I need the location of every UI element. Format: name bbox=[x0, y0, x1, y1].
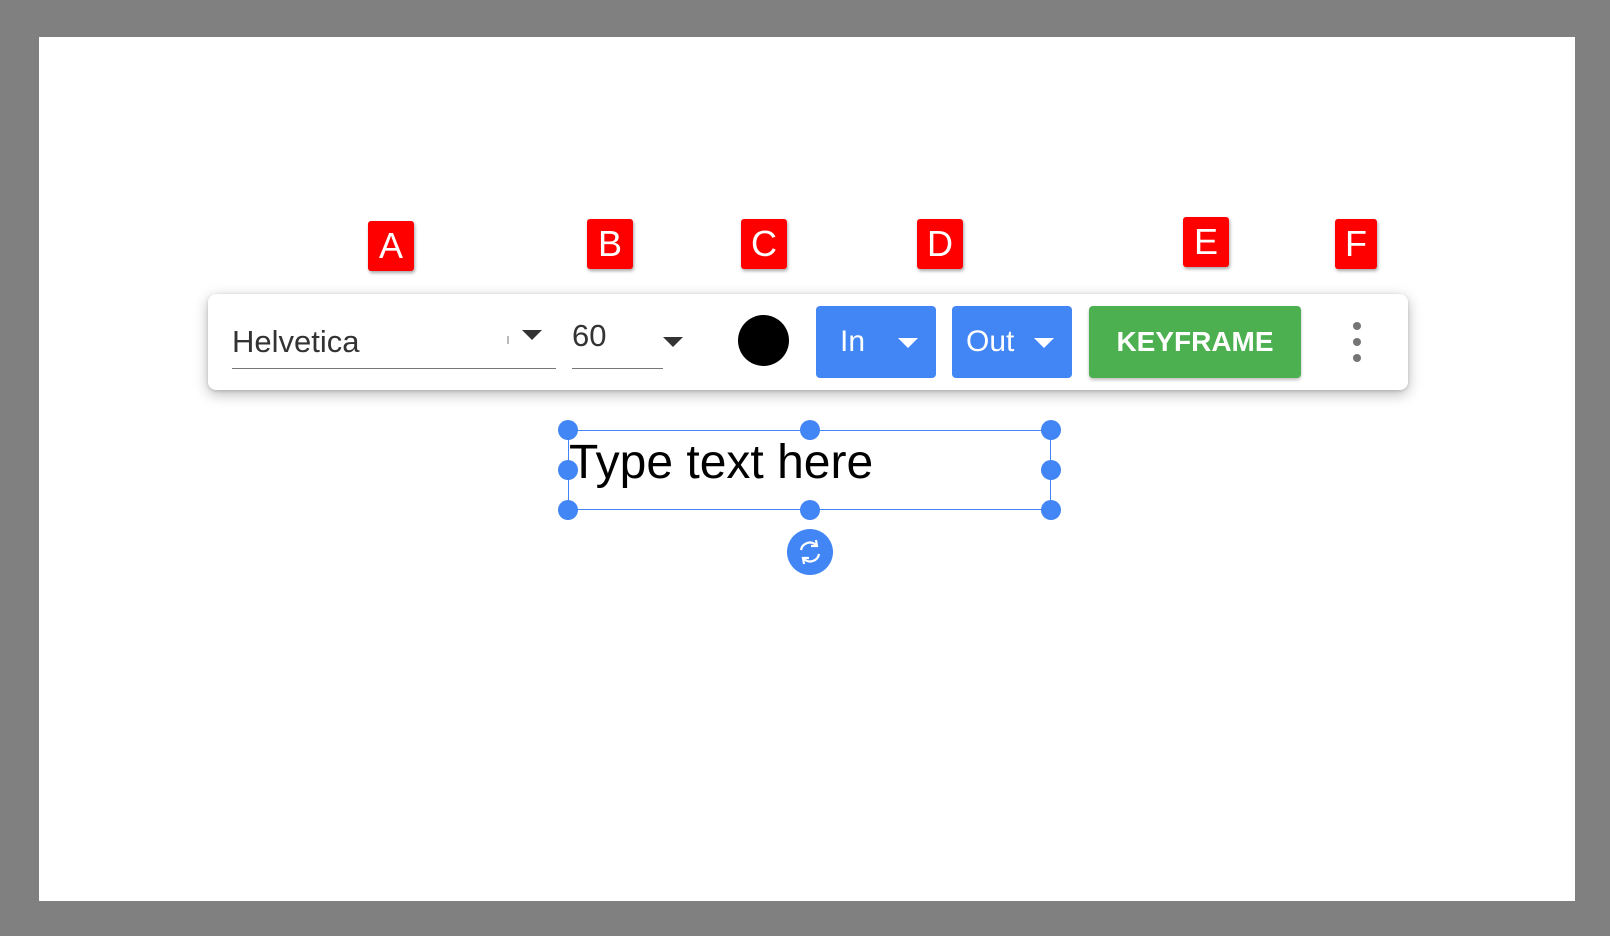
more-dot bbox=[1353, 338, 1361, 346]
text-element[interactable]: Type text here bbox=[568, 430, 1051, 510]
font-family-value: Helvetica bbox=[232, 324, 360, 359]
chevron-down-icon bbox=[898, 338, 918, 348]
resize-handle-bottom-right[interactable] bbox=[1041, 500, 1061, 520]
resize-handle-top-right[interactable] bbox=[1041, 420, 1061, 440]
animation-out-label: Out bbox=[966, 325, 1015, 358]
resize-handle-top[interactable] bbox=[800, 420, 820, 440]
more-dot bbox=[1353, 322, 1361, 330]
resize-handle-bottom[interactable] bbox=[800, 500, 820, 520]
text-element-content[interactable]: Type text here bbox=[569, 435, 873, 490]
more-vert-icon[interactable] bbox=[1342, 318, 1372, 366]
marker-c: C bbox=[741, 219, 787, 269]
text-toolbar: Helvetica 60 In Out KEYFRAME bbox=[208, 294, 1408, 390]
marker-e: E bbox=[1183, 217, 1229, 267]
animation-in-button[interactable]: In bbox=[816, 306, 936, 378]
resize-handle-bottom-left[interactable] bbox=[558, 500, 578, 520]
marker-f: F bbox=[1335, 219, 1377, 269]
marker-d: D bbox=[917, 219, 963, 269]
animation-in-label: In bbox=[840, 325, 866, 358]
resize-handle-right[interactable] bbox=[1041, 460, 1061, 480]
font-size-select[interactable]: 60 bbox=[572, 318, 663, 369]
rotate-handle[interactable] bbox=[787, 529, 833, 575]
marker-a: A bbox=[368, 221, 414, 271]
font-select-divider bbox=[507, 336, 509, 344]
chevron-down-icon bbox=[1034, 338, 1054, 348]
rotate-icon bbox=[799, 539, 821, 565]
resize-handle-top-left[interactable] bbox=[558, 420, 578, 440]
font-family-select[interactable]: Helvetica bbox=[232, 318, 556, 369]
text-color-swatch[interactable] bbox=[738, 315, 789, 366]
more-dot bbox=[1353, 354, 1361, 362]
chevron-down-icon bbox=[522, 330, 542, 340]
chevron-down-icon[interactable] bbox=[663, 337, 683, 347]
animation-out-button[interactable]: Out bbox=[952, 306, 1072, 378]
marker-b: B bbox=[587, 219, 633, 269]
keyframe-button[interactable]: KEYFRAME bbox=[1089, 306, 1301, 378]
resize-handle-left[interactable] bbox=[558, 460, 578, 480]
font-size-value: 60 bbox=[572, 318, 607, 353]
